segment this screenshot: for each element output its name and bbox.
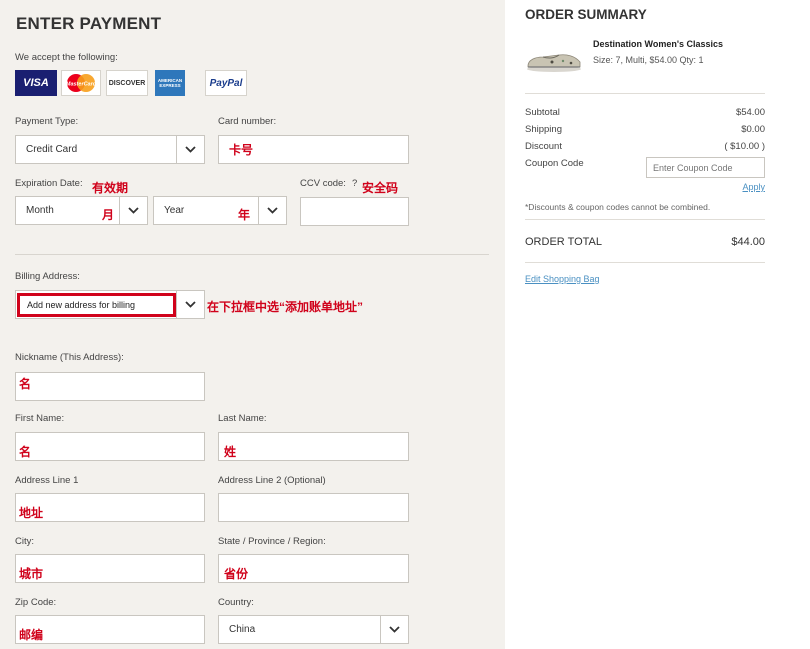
first-name-input[interactable]: 名 xyxy=(15,432,205,461)
address2-label: Address Line 2 (Optional) xyxy=(218,475,326,486)
divider xyxy=(525,262,765,263)
card-number-label: Card number: xyxy=(218,116,277,127)
address1-note: 地址 xyxy=(19,506,44,520)
last-name-label: Last Name: xyxy=(218,413,267,424)
city-label: City: xyxy=(15,536,34,547)
amex-logo: AMERICAN EXPRESS xyxy=(155,70,185,96)
accept-label: We accept the following: xyxy=(15,52,118,63)
year-select[interactable]: Year 年 xyxy=(153,196,287,225)
zip-label: Zip Code: xyxy=(15,597,57,608)
month-value: Month xyxy=(26,205,54,216)
country-select[interactable]: China xyxy=(218,615,409,644)
order-total-value: $44.00 xyxy=(731,236,765,248)
year-note: 年 xyxy=(238,208,251,222)
ccv-input[interactable] xyxy=(300,197,409,226)
order-summary-title: ORDER SUMMARY xyxy=(525,7,647,22)
discover-logo: DISCOVER xyxy=(106,70,148,96)
order-total-label: ORDER TOTAL xyxy=(525,236,603,248)
city-input[interactable]: 城市 xyxy=(15,554,205,583)
discount-label: Discount xyxy=(525,141,562,152)
chevron-down-icon xyxy=(380,616,408,643)
chevron-down-icon xyxy=(119,197,147,224)
visa-logo: VISA xyxy=(15,70,57,96)
discover-text: DISCOVER xyxy=(108,79,146,87)
product-details: Size: 7, Multi, $54.00 Qty: 1 xyxy=(593,55,704,65)
shipping-label: Shipping xyxy=(525,124,562,135)
ccv-note: 安全码 xyxy=(362,181,399,195)
year-value: Year xyxy=(164,205,185,216)
divider xyxy=(525,93,765,94)
city-note: 城市 xyxy=(19,567,44,581)
amex-text: AMERICAN EXPRESS xyxy=(157,78,183,88)
mastercard-text: MasterCard xyxy=(66,82,97,88)
apply-coupon-link[interactable]: Apply xyxy=(742,182,765,192)
shipping-value: $0.00 xyxy=(741,124,765,135)
edit-shopping-bag-link[interactable]: Edit Shopping Bag xyxy=(525,274,600,284)
address1-label: Address Line 1 xyxy=(15,475,79,486)
discount-disclaimer: *Discounts & coupon codes cannot be comb… xyxy=(525,202,711,212)
subtotal-value: $54.00 xyxy=(735,107,765,118)
payment-type-select[interactable]: Credit Card xyxy=(15,135,205,164)
coupon-label: Coupon Code xyxy=(525,158,584,169)
billing-address-label: Billing Address: xyxy=(15,271,80,282)
address1-input[interactable]: 地址 xyxy=(15,493,205,522)
nickname-note: 名 xyxy=(19,377,32,391)
product-name[interactable]: Destination Women's Classics xyxy=(593,39,723,49)
zip-note: 邮编 xyxy=(19,628,44,642)
visa-text: VISA xyxy=(23,77,49,89)
first-name-label: First Name: xyxy=(15,413,65,424)
expiration-note: 有效期 xyxy=(92,181,129,195)
ccv-help-icon[interactable]: ? xyxy=(352,178,357,189)
country-label: Country: xyxy=(218,597,254,608)
order-summary-panel: ORDER SUMMARY Destination Women's Classi… xyxy=(505,0,810,649)
month-note: 月 xyxy=(102,208,115,222)
payment-type-label: Payment Type: xyxy=(15,116,79,127)
billing-address-select[interactable]: Add new address for billing xyxy=(15,290,205,319)
chevron-down-icon xyxy=(258,197,286,224)
last-name-input[interactable]: 姓 xyxy=(218,432,409,461)
card-number-note: 卡号 xyxy=(229,143,254,157)
country-value: China xyxy=(229,624,256,635)
mastercard-icon: MasterCard xyxy=(66,74,97,92)
last-name-note: 姓 xyxy=(224,445,237,459)
product-thumbnail[interactable] xyxy=(525,46,583,74)
state-note: 省份 xyxy=(224,567,249,581)
subtotal-label: Subtotal xyxy=(525,107,560,118)
nickname-label: Nickname (This Address): xyxy=(15,352,124,363)
divider xyxy=(15,254,489,255)
state-label: State / Province / Region: xyxy=(218,536,326,547)
enter-payment-title: ENTER PAYMENT xyxy=(16,14,162,33)
payment-panel: ENTER PAYMENT We accept the following: V… xyxy=(0,0,505,649)
coupon-input[interactable] xyxy=(646,157,765,178)
chevron-down-icon xyxy=(176,291,204,318)
state-input[interactable]: 省份 xyxy=(218,554,409,583)
mastercard-logo: MasterCard xyxy=(61,70,101,96)
paypal-logo: PayPal xyxy=(205,70,247,96)
month-select[interactable]: Month 月 xyxy=(15,196,148,225)
address2-input[interactable] xyxy=(218,493,409,522)
expiration-label: Expiration Date: xyxy=(15,178,83,189)
zip-input[interactable]: 邮编 xyxy=(15,615,205,644)
nickname-input[interactable]: 名 xyxy=(15,372,205,401)
ccv-label: CCV code: xyxy=(300,178,346,189)
chevron-down-icon xyxy=(176,136,204,163)
billing-address-note: 在下拉框中选“添加账单地址” xyxy=(207,300,364,314)
first-name-note: 名 xyxy=(19,445,32,459)
paypal-text: PayPal xyxy=(209,77,243,89)
card-number-input[interactable]: 卡号 xyxy=(218,135,409,164)
shoe-icon xyxy=(527,54,581,72)
payment-type-value: Credit Card xyxy=(26,144,78,155)
billing-address-value: Add new address for billing xyxy=(17,293,176,317)
divider xyxy=(525,219,765,220)
discount-value: ( $10.00 ) xyxy=(724,141,765,152)
